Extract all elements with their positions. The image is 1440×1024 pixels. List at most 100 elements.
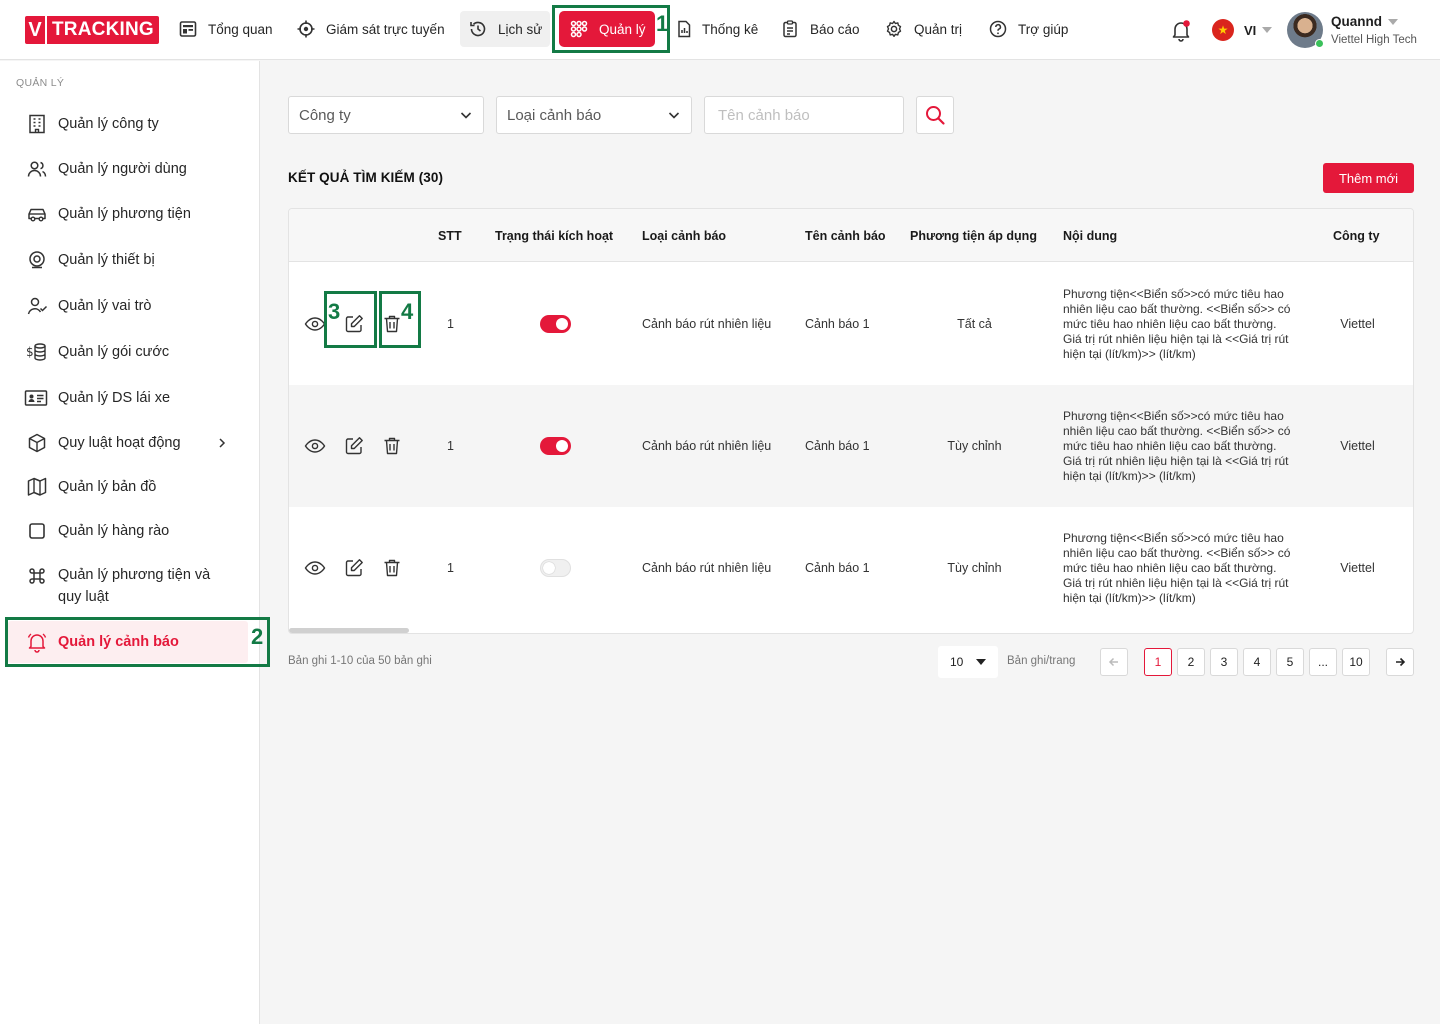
- map-icon: [27, 477, 47, 496]
- column-header-vehicles: Phương tiện áp dụng: [910, 228, 1037, 243]
- delete-icon[interactable]: [381, 435, 403, 457]
- sidebar-item-rules[interactable]: Quy luật hoạt động: [8, 432, 248, 454]
- cell-stt: 1: [447, 439, 454, 453]
- page-button[interactable]: 5: [1276, 648, 1304, 676]
- status-toggle[interactable]: [540, 437, 571, 455]
- column-header-alert-name: Tên cảnh báo: [805, 228, 886, 243]
- chevron-down-icon: [668, 112, 680, 119]
- view-icon[interactable]: [304, 435, 326, 457]
- nav-bao-cao[interactable]: Báo cáo: [772, 11, 868, 47]
- annotation-number-1: 1: [656, 11, 669, 36]
- cell-alert-name: Cảnh báo 1: [805, 439, 870, 453]
- sidebar-item-vehicles[interactable]: Quản lý phương tiện: [8, 203, 248, 225]
- search-button[interactable]: [916, 96, 954, 134]
- car-icon: [28, 208, 46, 222]
- chevron-down-icon: [1262, 27, 1273, 33]
- toggle-knob: [556, 318, 568, 330]
- page-button[interactable]: 1: [1144, 648, 1172, 676]
- nav-quan-tri[interactable]: Quản trị: [876, 11, 970, 47]
- page-size-select[interactable]: 10: [938, 646, 998, 678]
- edit-icon[interactable]: [343, 435, 365, 457]
- cell-stt: 1: [447, 317, 454, 331]
- page-button[interactable]: 2: [1177, 648, 1205, 676]
- sidebar-item-label: Quản lý vai trò: [58, 298, 152, 314]
- sidebar-item-roles[interactable]: Quản lý vai trò: [8, 295, 248, 317]
- users-icon: [27, 161, 47, 177]
- prev-page-button[interactable]: [1100, 648, 1128, 676]
- cell-status: [540, 263, 571, 385]
- table-row: 1 Cảnh báo rút nhiên liệu Cảnh báo 1 Tùy…: [289, 385, 1413, 507]
- sidebar-item-devices[interactable]: Quản lý thiết bị: [8, 249, 248, 271]
- nav-lich-su[interactable]: Lịch sử: [460, 11, 551, 47]
- sidebar-item-fences[interactable]: Quản lý hàng rào: [8, 520, 248, 542]
- logo-mark: V: [25, 16, 47, 44]
- chart-file-icon: [678, 20, 691, 38]
- chevron-down-icon: [460, 112, 472, 119]
- per-page-label: Bản ghi/trang: [1007, 655, 1076, 667]
- content-text: Phương tiện<<Biển số>>có mức tiêu hao nh…: [1063, 408, 1291, 483]
- chevron-down-icon: [1388, 18, 1398, 25]
- notification-button[interactable]: [1168, 0, 1194, 60]
- history-icon: [470, 21, 486, 37]
- app-logo[interactable]: V TRACKING: [25, 16, 159, 44]
- company-select-placeholder: Công ty: [299, 106, 351, 124]
- edit-icon[interactable]: [343, 557, 365, 579]
- caret-down-icon: [976, 659, 986, 665]
- toggle-knob: [543, 562, 555, 574]
- sidebar-item-maps[interactable]: Quản lý bản đồ: [8, 476, 248, 498]
- page-size-value: 10: [950, 655, 964, 669]
- sidebar-item-label: Quản lý phương tiện và quy luật: [58, 567, 211, 605]
- nav-thong-ke[interactable]: Thống kê: [666, 11, 766, 47]
- page-button[interactable]: 3: [1210, 648, 1238, 676]
- nav-tong-quan[interactable]: Tổng quan: [170, 11, 281, 47]
- sidebar-item-label: Quản lý gói cước: [58, 344, 170, 360]
- column-header-alert-type: Loại cảnh báo: [642, 228, 727, 243]
- sidebar-item-company[interactable]: Quản lý công ty: [8, 113, 248, 135]
- company-select[interactable]: Công ty: [288, 96, 484, 134]
- nav-tro-giup[interactable]: Trợ giúp: [980, 11, 1076, 47]
- column-header-stt: STT: [438, 228, 462, 243]
- sidebar: QUẢN LÝ Quản lý công ty Quản lý người dù…: [0, 61, 260, 1024]
- cell-company: Viettel: [1340, 439, 1375, 453]
- nav-label: Quản trị: [914, 21, 963, 37]
- sidebar-item-vehicle-rules[interactable]: Quản lý phương tiện và quy luật: [8, 564, 248, 608]
- annotation-box-2: [5, 617, 270, 667]
- user-name: Quannd: [1331, 14, 1382, 29]
- add-new-button[interactable]: Thêm mới: [1323, 163, 1414, 193]
- sidebar-item-users[interactable]: Quản lý người dùng: [8, 158, 248, 180]
- user-organization: Viettel High Tech: [1331, 34, 1417, 46]
- table-row: 1 Cảnh báo rút nhiên liệu Cảnh báo 1 Tất…: [289, 263, 1413, 385]
- user-menu[interactable]: Quannd Viettel High Tech: [1287, 0, 1417, 60]
- cell-vehicles: Tùy chỉnh: [947, 561, 1002, 575]
- view-icon[interactable]: [304, 313, 326, 335]
- bell-icon: [1172, 20, 1190, 42]
- language-selector[interactable]: ★ VI: [1212, 0, 1273, 60]
- cell-vehicles: Tất cả: [957, 317, 992, 331]
- top-header: V TRACKING Tổng quan Giám sát trực tuyến…: [0, 0, 1440, 60]
- status-toggle[interactable]: [540, 559, 571, 577]
- nav-giam-sat[interactable]: Giám sát trực tuyến: [288, 11, 453, 47]
- dashboard-icon: [179, 21, 197, 37]
- records-info: Bản ghi 1-10 của 50 bản ghi: [288, 655, 432, 667]
- command-icon: [29, 568, 45, 584]
- next-page-button[interactable]: [1386, 648, 1414, 676]
- sidebar-item-packages[interactable]: $ Quản lý gói cước: [8, 341, 248, 363]
- gear-icon: [886, 20, 902, 37]
- crosshair-icon: [297, 20, 315, 38]
- delete-icon[interactable]: [381, 557, 403, 579]
- sidebar-item-label: Quy luật hoạt động: [58, 435, 181, 451]
- status-toggle[interactable]: [540, 315, 571, 333]
- horizontal-scrollbar[interactable]: [289, 628, 409, 633]
- nav-label: Thống kê: [702, 21, 759, 37]
- alert-name-input[interactable]: Tên cảnh báo: [704, 96, 904, 134]
- sidebar-item-label: Quản lý người dùng: [58, 161, 187, 177]
- page-button[interactable]: 4: [1243, 648, 1271, 676]
- cell-company: Viettel: [1340, 561, 1375, 575]
- sidebar-item-label: Quản lý phương tiện: [58, 206, 191, 222]
- view-icon[interactable]: [304, 557, 326, 579]
- arrow-left-icon: [1108, 657, 1118, 667]
- sidebar-item-drivers[interactable]: Quản lý DS lái xe: [8, 387, 248, 409]
- page-button[interactable]: 10: [1342, 648, 1370, 676]
- cell-alert-type: Cảnh báo rút nhiên liệu: [642, 561, 772, 575]
- alert-type-select[interactable]: Loại cảnh báo: [496, 96, 692, 134]
